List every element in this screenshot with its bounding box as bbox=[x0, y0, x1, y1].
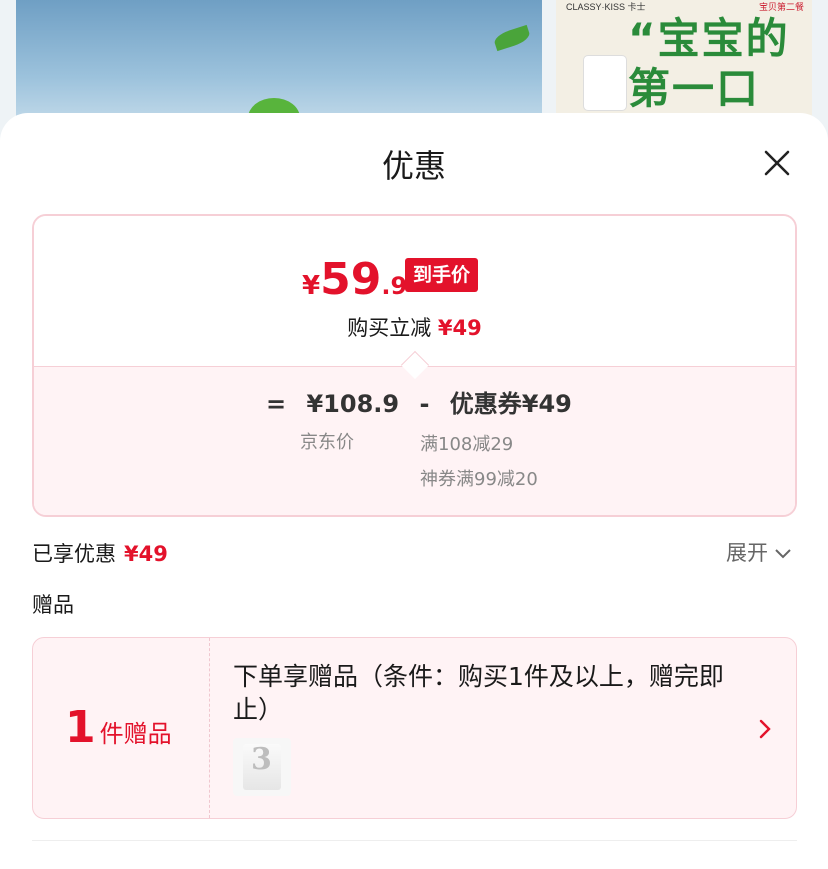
leaf-shape bbox=[492, 24, 532, 52]
gift-card[interactable]: 1 件赠品 下单享赠品（条件：购买1件及以上，赠完即止） 3 bbox=[32, 637, 797, 819]
banner-brand: CLASSY·KISS 卡士 bbox=[566, 2, 646, 12]
sheet-title: 优惠 bbox=[381, 147, 446, 185]
gift-count: 1 件赠品 bbox=[65, 702, 172, 753]
discount-sheet: 优惠 ¥59.9 到手价 购买立减 ¥49 = ¥108.9 - 优惠券¥49 … bbox=[0, 113, 828, 869]
gift-number-graphic: 3 bbox=[251, 742, 272, 777]
close-button[interactable] bbox=[760, 146, 794, 180]
coupon-condition-1: 满108减29 bbox=[420, 434, 514, 455]
enjoyed-amount: ¥49 bbox=[124, 542, 168, 566]
final-price-decimal: .9 bbox=[381, 272, 408, 300]
buy-reduce-amount: ¥49 bbox=[437, 316, 482, 340]
chevron-down-icon bbox=[775, 549, 791, 559]
final-price-integer: 59 bbox=[320, 254, 382, 305]
banner-brand-right: 宝贝第二餐 bbox=[758, 3, 804, 13]
gift-count-number: 1 bbox=[65, 702, 96, 753]
price-summary: ¥59.9 到手价 购买立减 ¥49 bbox=[34, 216, 795, 364]
calc-row: = ¥108.9 - 优惠券¥49 bbox=[266, 384, 584, 419]
expand-label: 展开 bbox=[726, 541, 768, 565]
gift-section-title: 赠品 bbox=[32, 593, 74, 617]
calc-jd-price: ¥108.9 bbox=[306, 390, 400, 418]
price-breakdown-card: ¥59.9 到手价 购买立减 ¥49 = ¥108.9 - 优惠券¥49 京东价… bbox=[32, 214, 797, 517]
calc-minus: - bbox=[419, 390, 430, 418]
close-icon bbox=[764, 150, 790, 176]
calc-equals: = bbox=[266, 390, 287, 418]
gift-description: 下单享赠品（条件：购买1件及以上，赠完即止） bbox=[233, 662, 724, 724]
buy-reduce-line: 购买立减 ¥49 bbox=[34, 312, 795, 342]
gift-divider bbox=[209, 638, 210, 818]
chevron-right-icon bbox=[759, 719, 771, 739]
final-price-tag: 到手价 bbox=[405, 258, 479, 292]
calc-coupon: 优惠券¥49 bbox=[449, 390, 572, 418]
buy-reduce-label: 购买立减 bbox=[347, 316, 432, 340]
expand-button[interactable]: 展开 bbox=[726, 537, 792, 567]
divider-line bbox=[32, 840, 797, 841]
coupon-condition-2: 神券满99减20 bbox=[420, 469, 538, 490]
gift-thumbnail: 3 bbox=[233, 738, 291, 796]
final-price: ¥59.9 bbox=[302, 254, 407, 305]
enjoyed-discount: 已享优惠 ¥49 bbox=[32, 538, 168, 568]
gift-count-unit: 件赠品 bbox=[99, 720, 172, 748]
banner-slogan: “宝宝的 第一口 bbox=[628, 14, 790, 114]
enjoyed-label: 已享优惠 bbox=[32, 542, 116, 566]
slogan-line-1: “宝宝的 bbox=[628, 14, 790, 63]
product-pack-image bbox=[584, 56, 626, 110]
slogan-line-2: 第一口 bbox=[628, 64, 761, 113]
jd-price-label: 京东价 bbox=[300, 432, 354, 453]
final-price-currency: ¥ bbox=[302, 271, 321, 301]
